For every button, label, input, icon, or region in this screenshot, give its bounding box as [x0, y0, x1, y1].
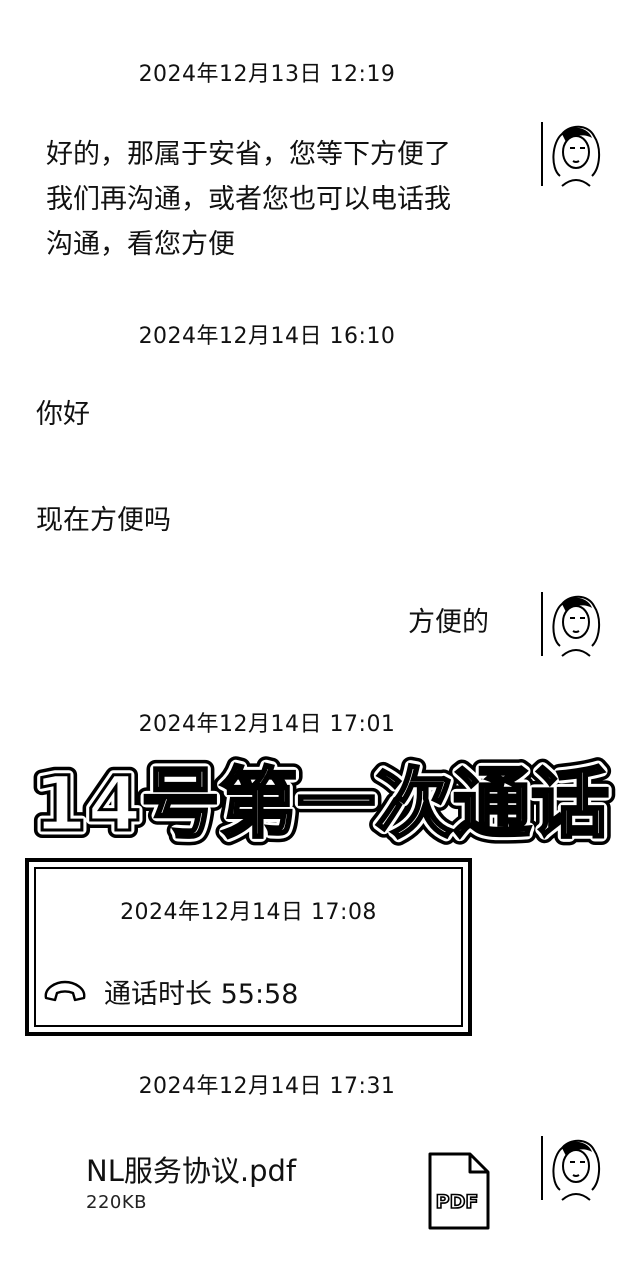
avatar-woman-icon: [541, 122, 600, 187]
message-line: 我们再沟通，或者您也可以电话我: [46, 184, 451, 215]
message-line: 沟通，看您方便: [46, 229, 235, 260]
avatar-woman-icon: [541, 1136, 600, 1201]
timestamp: 2024年12月14日 17:08: [120, 900, 377, 925]
avatar[interactable]: [540, 1132, 610, 1202]
banner-text: 14号第一次通话: [33, 759, 609, 848]
call-duration-label: 通话时长 55:58: [104, 979, 299, 1010]
timestamp: 2024年12月14日 17:01: [138, 712, 396, 737]
call-duration-row[interactable]: 通话时长 55:58: [42, 972, 298, 1011]
message-bubble[interactable]: 你好: [36, 392, 90, 437]
call-record-highlight: 2024年12月14日 17:08 通话时长 55:58: [25, 858, 472, 1036]
message-bubble[interactable]: 现在方便吗: [36, 498, 171, 543]
file-size: 220KB: [86, 1192, 148, 1213]
pdf-label: PDF: [436, 1191, 479, 1213]
banner-graphic: 14号第一次通话 14号第一次通话 14号第一次通话: [25, 751, 617, 856]
call-record[interactable]: 2024年12月14日 17:08 通话时长 55:58: [34, 867, 463, 1027]
message-line: 好的，那属于安省，您等下方便了: [46, 139, 451, 170]
timestamp: 2024年12月14日 16:10: [138, 324, 396, 349]
timestamp: 2024年12月14日 17:31: [138, 1074, 396, 1099]
file-name[interactable]: NL服务协议.pdf: [86, 1148, 296, 1190]
phone-handset-icon: [44, 980, 86, 1001]
timestamp: 2024年12月13日 12:19: [138, 62, 396, 87]
avatar[interactable]: [540, 118, 610, 188]
message-bubble[interactable]: 好的，那属于安省，您等下方便了 我们再沟通，或者您也可以电话我 沟通，看您方便: [46, 132, 451, 267]
pdf-file-icon[interactable]: PDF: [426, 1150, 492, 1232]
annotation-banner: 14号第一次通话 14号第一次通话 14号第一次通话: [25, 751, 617, 856]
pdf-document-graphic: PDF: [428, 1152, 490, 1230]
avatar[interactable]: [540, 588, 610, 658]
avatar-woman-icon: [541, 592, 600, 657]
message-bubble[interactable]: 方便的: [408, 600, 489, 645]
